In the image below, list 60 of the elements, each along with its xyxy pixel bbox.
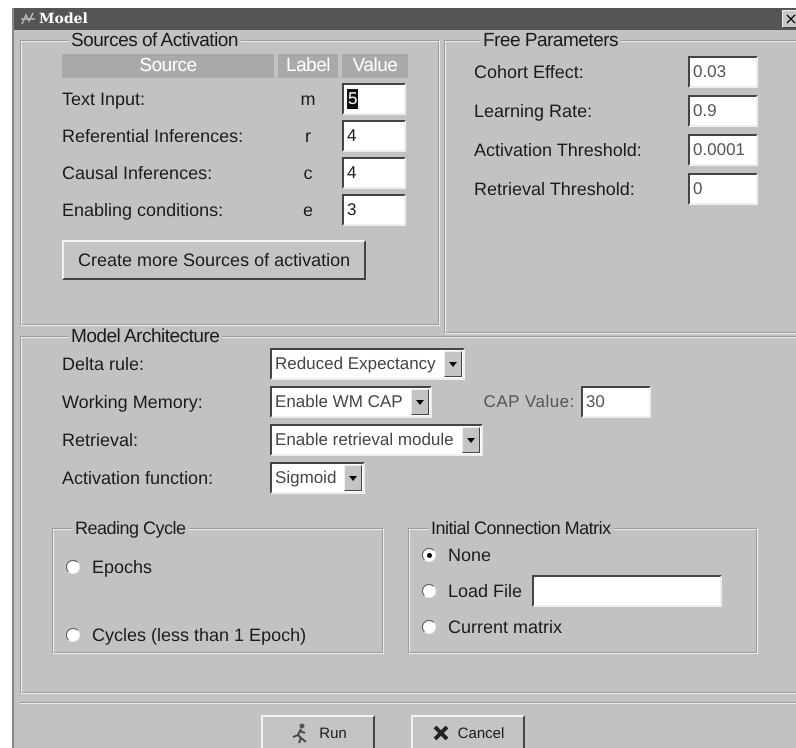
panel-title: Initial Connection Matrix: [430, 518, 612, 539]
dropdown-arrow-icon: [416, 400, 424, 404]
panel-title: Sources of Activation: [70, 30, 239, 52]
parameter-label: Cohort Effect:: [474, 62, 585, 82]
parameter-field[interactable]: 0.03: [688, 56, 758, 88]
dropdown-arrow-icon: [448, 362, 457, 366]
dropdown-arrow-icon: [466, 438, 475, 442]
column-header: Label: [278, 54, 338, 78]
source-name: Referential Inferences:: [62, 126, 244, 146]
create-sources-button[interactable]: Create more Sources of activation: [62, 240, 366, 280]
option-label: None: [448, 544, 492, 566]
source-label: e: [302, 200, 314, 220]
source-name: Causal Inferences:: [62, 162, 214, 184]
setting-label: Delta rule:: [62, 354, 146, 374]
parameter-label: Learning Rate:: [474, 100, 594, 122]
radio-button[interactable]: [422, 620, 436, 634]
parameter-field[interactable]: 0.0001: [688, 134, 758, 166]
value-field[interactable]: 3: [342, 194, 406, 226]
cross-icon: [432, 724, 450, 742]
file-path-field[interactable]: [532, 575, 722, 607]
value-field[interactable]: 4: [342, 157, 406, 189]
app-icon: [20, 12, 36, 26]
parameter-label: Retrieval Threshold:: [474, 178, 636, 200]
cap-value-field[interactable]: 30: [580, 386, 651, 418]
source-label: r: [304, 126, 312, 146]
option-label: Load File: [448, 580, 522, 602]
cancel-button[interactable]: Cancel: [411, 715, 525, 748]
column-header: Value: [342, 54, 408, 78]
window-title: Model: [39, 11, 89, 27]
setting-label: Working Memory:: [62, 392, 204, 412]
option-label: Current matrix: [448, 616, 562, 638]
source-label: m: [300, 88, 316, 110]
parameter-field[interactable]: 0.9: [688, 95, 758, 127]
panel-title: Free Parameters: [482, 30, 620, 52]
panel-title: Model Architecture: [70, 326, 220, 348]
dropdown[interactable]: Sigmoid: [270, 462, 366, 494]
source-label: c: [302, 162, 314, 184]
setting-label: Activation function:: [62, 468, 214, 488]
parameter-label: Activation Threshold:: [474, 140, 643, 160]
dropdown[interactable]: Enable WM CAP: [270, 386, 432, 418]
radio-button[interactable]: [66, 560, 80, 574]
dropdown[interactable]: Enable retrieval module: [270, 424, 483, 456]
dropdown-arrow-icon: [349, 476, 358, 480]
radio-button[interactable]: [422, 548, 436, 562]
column-header: Source: [62, 54, 274, 78]
source-name: Enabling conditions:: [62, 200, 224, 220]
radio-button[interactable]: [66, 628, 80, 642]
cap-value-label: CAP Value:: [484, 392, 575, 412]
value-field[interactable]: 4: [342, 120, 406, 152]
run-button[interactable]: Run: [261, 715, 375, 748]
setting-label: Retrieval:: [62, 430, 140, 450]
option-label: Epochs: [92, 556, 152, 578]
close-button[interactable]: ×: [782, 10, 796, 28]
source-name: Text Input:: [62, 88, 146, 110]
parameter-field[interactable]: 0: [688, 173, 758, 205]
option-label: Cycles (less than 1 Epoch): [92, 624, 306, 646]
radio-button[interactable]: [422, 584, 436, 598]
value-field[interactable]: 5: [342, 83, 406, 115]
dropdown[interactable]: Reduced Expectancy: [270, 348, 465, 380]
panel-title: Reading Cycle: [74, 518, 187, 539]
